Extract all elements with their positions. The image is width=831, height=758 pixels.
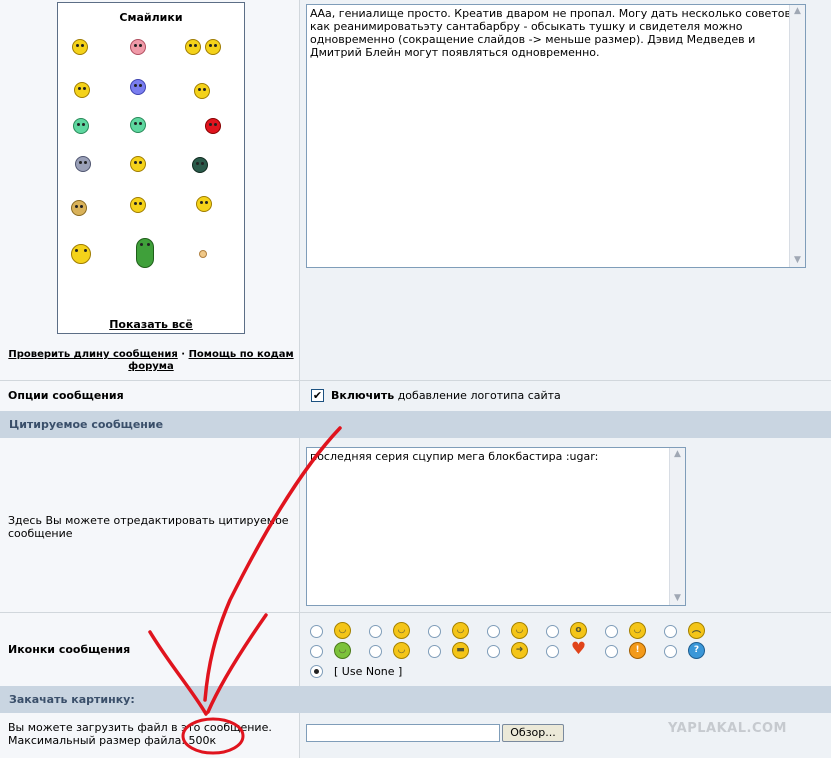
arrow-icon: ➜ <box>511 642 528 659</box>
help-links: Проверить длину сообщения · Помощь по ко… <box>8 349 294 373</box>
sick-icon: ◡ <box>334 642 351 659</box>
smilies-title: Смайлики <box>119 11 183 24</box>
watermark: YAPLAKAL.COM <box>668 721 787 736</box>
show-all-smilies-link[interactable]: Показать всё <box>58 318 244 331</box>
icon-radio-13[interactable] <box>605 645 618 658</box>
icon-radio-8[interactable] <box>310 645 323 658</box>
icon-radio-14[interactable] <box>664 645 677 658</box>
blue-smiley-icon[interactable] <box>128 77 148 97</box>
victory-smiley-icon[interactable] <box>124 151 152 177</box>
file-path-input[interactable] <box>306 724 500 742</box>
cool-smiley-icon[interactable] <box>70 37 90 57</box>
shoot-smiley-icon[interactable] <box>191 115 235 137</box>
upload-info-2: Максимальный размер файла: 500к <box>8 734 217 747</box>
icon-radio-10[interactable] <box>428 645 441 658</box>
quote-textarea[interactable]: последняя серия сцупир мега блокбастира … <box>306 447 686 606</box>
cheer-smiley-icon[interactable] <box>122 190 154 220</box>
cool-glasses-icon: ▬ <box>452 642 469 659</box>
links-separator: · <box>181 349 186 360</box>
grin-icon: ◡ <box>511 622 528 639</box>
shock-icon: o <box>570 622 587 639</box>
icon-radio-7[interactable] <box>664 625 677 638</box>
icons-label: Иконки сообщения <box>8 643 131 656</box>
quote-scrollbar[interactable]: ▲ ▼ <box>669 448 685 605</box>
options-label: Опции сообщения <box>8 389 124 402</box>
logo-checkbox-label: Включить добавление логотипа сайта <box>331 389 561 402</box>
horns-smiley-icon[interactable] <box>192 191 216 217</box>
quote-scroll-up-icon[interactable]: ▲ <box>670 448 685 461</box>
green-smiley-icon[interactable] <box>128 115 148 135</box>
angry-icon: ︵ <box>688 622 705 639</box>
icon-radio-3[interactable] <box>428 625 441 638</box>
laugh-icon: ◡ <box>629 622 646 639</box>
use-none-label: [ Use None ] <box>334 665 403 678</box>
icon-radio-11[interactable] <box>487 645 500 658</box>
icon-radio-4[interactable] <box>487 625 500 638</box>
icon-radio-5[interactable] <box>546 625 559 638</box>
shadow-smiley-icon[interactable] <box>188 154 212 176</box>
icon-radio-12[interactable] <box>546 645 559 658</box>
clap-smiley-icon[interactable] <box>66 195 92 221</box>
wink-icon: ◡ <box>393 622 410 639</box>
dance-smiley-icon[interactable] <box>183 37 223 57</box>
browse-button[interactable]: Обзор... <box>502 724 564 742</box>
argue-smiley-icon[interactable] <box>70 80 94 100</box>
quote-label: Здесь Вы можете отредактировать цитируем… <box>8 514 289 540</box>
quote-section-header: Цитируемое сообщение <box>0 411 831 438</box>
question-icon: ? <box>688 642 705 659</box>
check-length-link[interactable]: Проверить длину сообщения <box>8 349 177 360</box>
scroll-down-icon[interactable]: ▼ <box>790 254 805 267</box>
quote-scroll-down-icon[interactable]: ▼ <box>670 592 685 605</box>
walk-smiley-icon[interactable] <box>70 153 96 175</box>
logo-checkbox-bold: Включить <box>331 389 395 402</box>
icon-radio-9[interactable] <box>369 645 382 658</box>
gun-smiley-icon[interactable] <box>66 115 96 137</box>
thinking-smiley-icon[interactable] <box>190 79 214 103</box>
logo-checkbox-text: добавление логотипа сайта <box>394 389 561 402</box>
message-textarea[interactable]: ААа, гениалище просто. Креатив дваром не… <box>306 4 806 268</box>
upload-section-header: Закачать картинку: <box>0 686 831 713</box>
green-blob-icon[interactable] <box>132 235 158 271</box>
icon-radio-1[interactable] <box>310 625 323 638</box>
smile-icon: ◡ <box>334 622 351 639</box>
tongue-icon: ◡ <box>452 622 469 639</box>
heart-icon: ♥ <box>570 639 587 659</box>
logo-checkbox[interactable]: ✔ <box>311 389 324 402</box>
tiny-smiley-icon[interactable] <box>196 247 210 261</box>
exclamation-icon: ! <box>629 642 646 659</box>
icon-radio-none[interactable] <box>310 665 323 678</box>
cool-icon: ◡ <box>393 642 410 659</box>
icon-radio-6[interactable] <box>605 625 618 638</box>
laugh-smiley-icon[interactable] <box>68 241 94 267</box>
message-scrollbar[interactable]: ▲ ▼ <box>789 5 805 267</box>
upload-info-1: Вы можете загрузить файл в это сообщение… <box>8 721 272 734</box>
icon-radio-2[interactable] <box>369 625 382 638</box>
love-smiley-icon[interactable] <box>126 35 150 59</box>
smilies-panel: Смайлики Показать всё <box>57 2 245 334</box>
scroll-up-icon[interactable]: ▲ <box>790 5 805 18</box>
